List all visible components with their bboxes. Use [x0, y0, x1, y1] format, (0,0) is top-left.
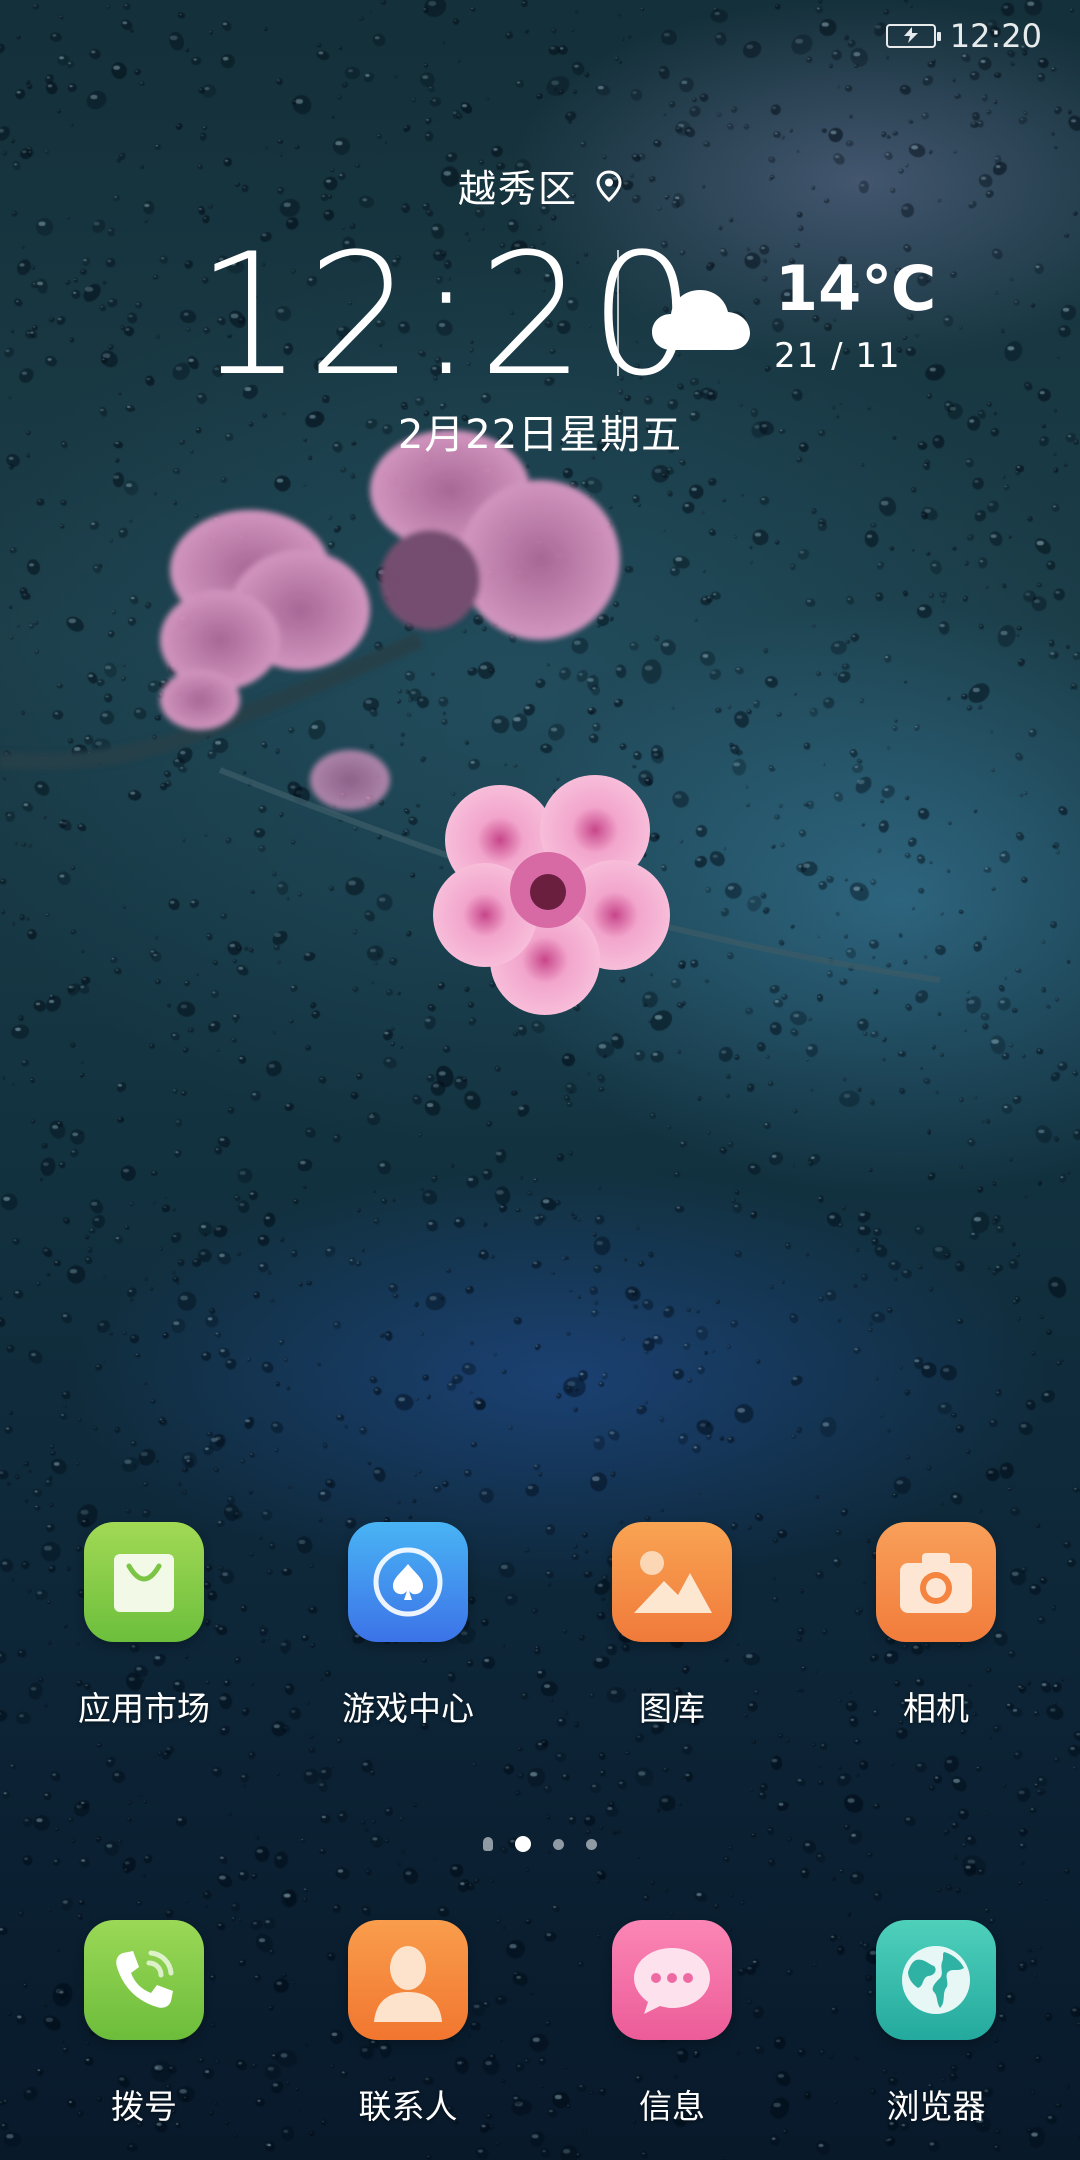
app-label: 相机 [903, 1689, 969, 1728]
page-dot-search[interactable] [483, 1837, 493, 1851]
app-phone[interactable]: 拨号 [44, 1920, 244, 2128]
globe-icon[interactable] [876, 1920, 996, 2040]
app-gallery[interactable]: 图库 [572, 1522, 772, 1730]
app-contacts[interactable]: 联系人 [308, 1920, 508, 2128]
page-dot[interactable] [553, 1838, 564, 1850]
app-game-center[interactable]: 游戏中心 [308, 1522, 508, 1730]
clock-time[interactable]: 12:20 [196, 230, 700, 400]
status-bar: 12:20 [885, 14, 1042, 58]
app-camera[interactable]: 相机 [836, 1522, 1036, 1730]
app-label: 游戏中心 [342, 1689, 474, 1728]
phone-icon[interactable] [84, 1920, 204, 2040]
app-label: 图库 [639, 1689, 705, 1728]
status-time: 12:20 [949, 17, 1042, 55]
battery-charging-icon [885, 24, 941, 48]
contact-icon[interactable] [348, 1920, 468, 2040]
weather-location[interactable]: 越秀区 [0, 158, 1080, 213]
app-messages[interactable]: 信息 [572, 1920, 772, 2128]
temperature-range: 21 / 11 [774, 336, 901, 376]
shopping-bag-icon[interactable] [84, 1522, 204, 1642]
widget-divider [617, 250, 619, 376]
temperature: 14℃ [775, 252, 937, 325]
camera-icon[interactable] [876, 1522, 996, 1642]
page-dot[interactable] [586, 1838, 597, 1850]
page-dot-active[interactable] [515, 1836, 531, 1852]
app-app-market[interactable]: 应用市场 [44, 1522, 244, 1730]
spade-icon[interactable] [348, 1522, 468, 1642]
location-label: 越秀区 [457, 167, 578, 211]
cloud-icon[interactable] [650, 282, 752, 354]
app-label: 浏览器 [886, 2087, 986, 2126]
message-icon[interactable] [612, 1920, 732, 2040]
location-pin-icon [596, 169, 622, 202]
app-label: 拨号 [111, 2087, 177, 2126]
date-label: 2月22日星期五 [397, 412, 683, 458]
app-label: 应用市场 [78, 1689, 210, 1728]
app-browser[interactable]: 浏览器 [836, 1920, 1036, 2128]
picture-icon[interactable] [612, 1522, 732, 1642]
app-label: 联系人 [358, 2087, 458, 2126]
page-indicator[interactable] [0, 1836, 1080, 1852]
app-label: 信息 [639, 2087, 705, 2126]
